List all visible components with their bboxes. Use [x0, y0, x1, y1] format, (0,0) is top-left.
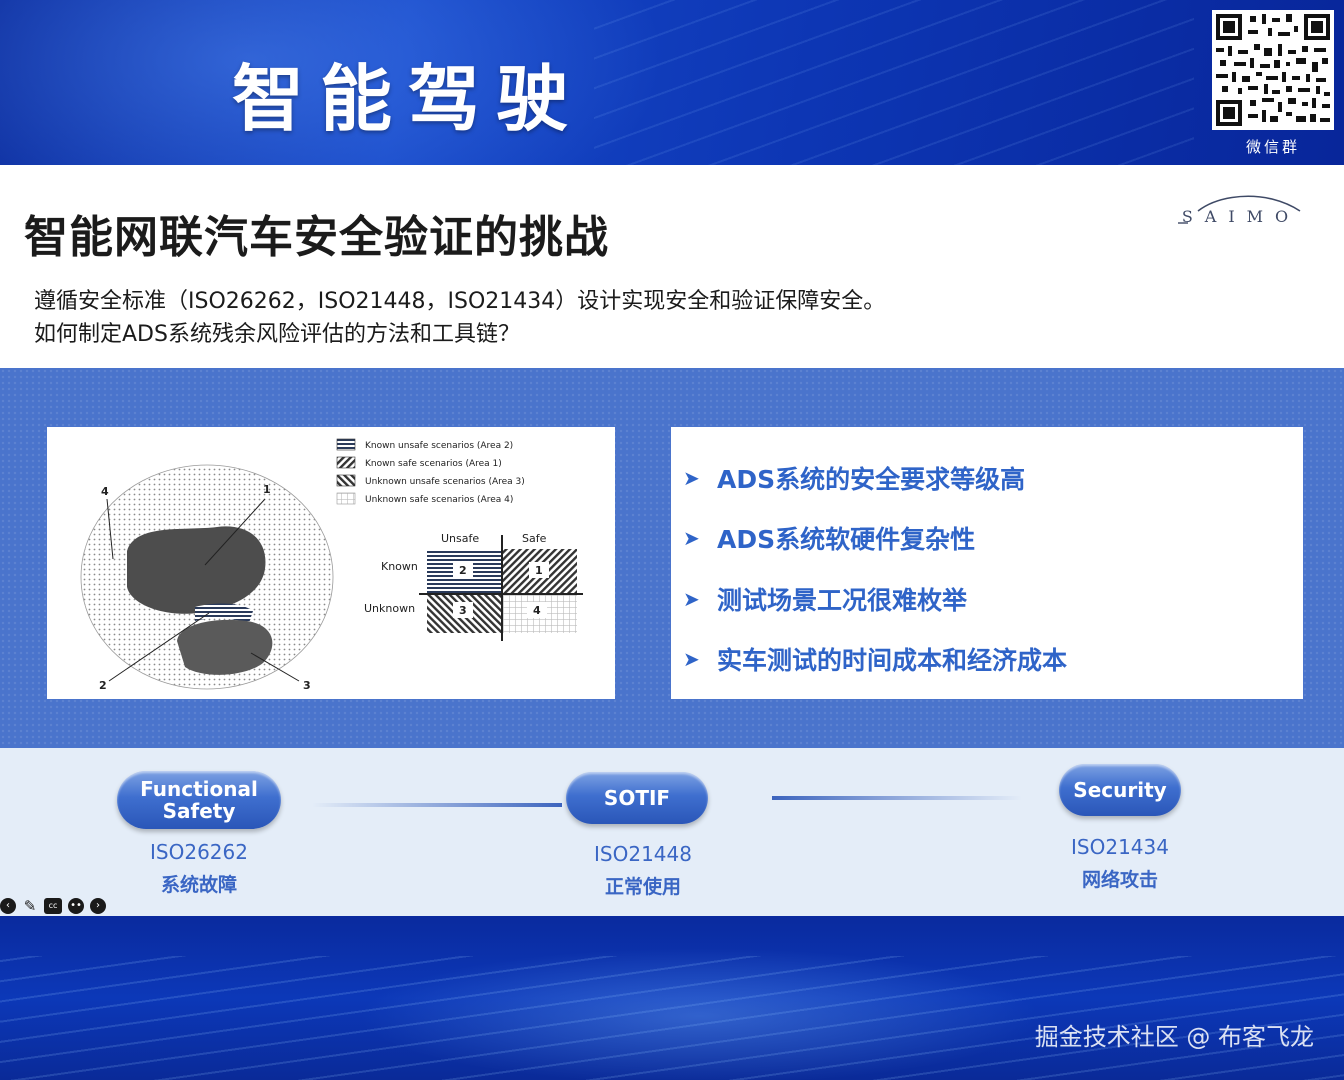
area-label-4: 4	[101, 485, 109, 498]
pill-line-1: Security	[1073, 778, 1167, 802]
chevron-right-icon: ➤	[683, 647, 700, 671]
qr-code	[1212, 10, 1334, 130]
area-label-3: 3	[303, 679, 311, 692]
slide-heading: 智能网联汽车安全验证的挑战	[24, 212, 609, 263]
legend-item-3: Unknown unsafe scenarios (Area 3)	[365, 477, 525, 487]
connector-line	[772, 796, 1022, 800]
chevron-right-icon: ➤	[683, 466, 700, 490]
challenge-item: ➤ 实车测试的时间成本和经济成本	[683, 641, 1067, 677]
intro-line-1: 遵循安全标准（ISO26262，ISO21448，ISO21434）设计实现安全…	[34, 289, 886, 314]
content-band: 4 1 2 3 Known unsafe scenarios (Area 2) …	[0, 368, 1344, 748]
cc-icon[interactable]: cc	[44, 898, 62, 914]
section-title: 智能驾驶	[232, 57, 585, 141]
challenge-text: ADS系统的安全要求等级高	[717, 465, 1026, 494]
chevron-right-icon: ➤	[683, 526, 700, 550]
functional-safety-pill: Functional Safety	[117, 771, 281, 829]
scenario-figure: 4 1 2 3 Known unsafe scenarios (Area 2) …	[47, 427, 615, 699]
matrix-col-safe: Safe	[522, 532, 547, 545]
matrix-row-unknown: Unknown	[364, 602, 415, 615]
chevron-right-icon: ➤	[683, 587, 700, 611]
intro-text: 遵循安全标准（ISO26262，ISO21448，ISO21434）设计实现安全…	[34, 285, 885, 351]
standard-label: 网络攻击	[1081, 869, 1158, 891]
next-icon[interactable]: ›	[90, 898, 106, 914]
pill-line-2: Safety	[162, 799, 236, 823]
qr-code-block: 微信群	[1212, 10, 1334, 158]
challenge-text: 测试场景工况很难枚举	[717, 586, 968, 615]
area-label-2: 2	[99, 679, 107, 692]
intro-line-2: 如何制定ADS系统残余风险评估的方法和工具链？	[34, 322, 520, 347]
sotif-pill: SOTIF	[566, 772, 708, 824]
legend-item-4: Unknown safe scenarios (Area 4)	[365, 495, 513, 505]
challenge-text: ADS系统软硬件复杂性	[717, 525, 976, 554]
logo-text: SAIMO	[1181, 207, 1301, 226]
matrix-cell-3-label: 3	[459, 604, 467, 617]
challenge-item: ➤ 测试场景工况很难枚举	[683, 581, 967, 617]
player-controls: ‹ ✎ cc •• ›	[0, 897, 106, 915]
legend-item-1: Known unsafe scenarios (Area 2)	[365, 441, 513, 451]
area-label-1: 1	[263, 483, 271, 496]
challenge-item: ➤ ADS系统的安全要求等级高	[683, 460, 1025, 496]
pill-line-1: Functional	[140, 777, 258, 801]
header-strip: 智能网联汽车安全验证的挑战 SAIMO 遵循安全标准（ISO26262，ISO2…	[0, 165, 1344, 368]
pen-icon[interactable]: ✎	[22, 898, 38, 914]
standard-label: 正常使用	[604, 876, 681, 898]
more-icon[interactable]: ••	[68, 898, 84, 914]
watermark: 掘金技术社区 @ 布客飞龙	[1034, 1023, 1314, 1051]
standard-label: 系统故障	[160, 874, 237, 896]
standards-band: Functional Safety ISO26262 系统故障 SOTIF IS…	[0, 748, 1344, 916]
top-banner: 智能驾驶 微信群	[0, 0, 1344, 165]
standard-code: ISO21448	[594, 842, 692, 866]
legend-item-2: Known safe scenarios (Area 1)	[365, 459, 502, 469]
matrix-col-unsafe: Unsafe	[441, 532, 479, 545]
qr-caption: 微信群	[1245, 138, 1300, 156]
bottom-decoration: 掘金技术社区 @ 布客飞龙	[0, 916, 1344, 1080]
security-pill: Security	[1059, 764, 1181, 816]
matrix-cell-1-label: 1	[535, 564, 543, 577]
prev-icon[interactable]: ‹	[0, 898, 16, 914]
standard-code: ISO21434	[1071, 835, 1169, 859]
challenge-item: ➤ ADS系统软硬件复杂性	[683, 520, 975, 556]
connector-line	[312, 803, 562, 807]
challenge-list: ➤ ADS系统的安全要求等级高 ➤ ADS系统软硬件复杂性 ➤ 测试场景工况很难…	[671, 427, 1303, 699]
standard-code: ISO26262	[150, 840, 248, 864]
matrix-cell-4-label: 4	[533, 604, 541, 617]
matrix-row-known: Known	[381, 560, 418, 573]
matrix-cell-2-label: 2	[459, 564, 467, 577]
saimo-logo: SAIMO	[1176, 189, 1306, 235]
pill-line-1: SOTIF	[603, 786, 671, 810]
challenge-text: 实车测试的时间成本和经济成本	[717, 646, 1068, 675]
